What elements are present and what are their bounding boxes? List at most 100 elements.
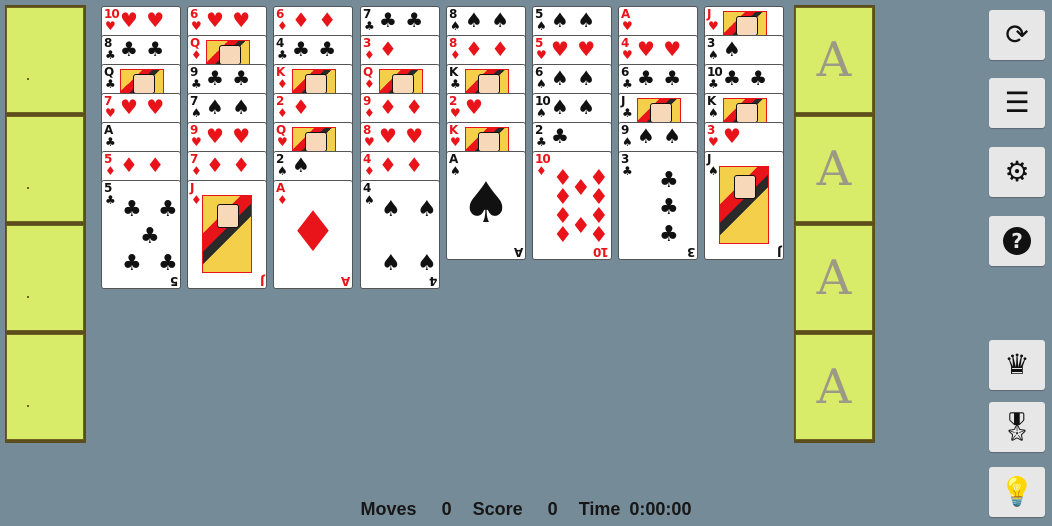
settings-button[interactable]: ⚙ (989, 147, 1045, 197)
card-suit-icon: ♣ (622, 77, 633, 91)
score-label: Score (472, 499, 523, 519)
card-suit-icon: ♥ (536, 48, 547, 62)
card-suit-icon: ♥ (191, 135, 202, 149)
card-pip: ♣ (659, 168, 679, 193)
card-suit-icon: ♥ (105, 106, 116, 120)
foundation-pile-3[interactable]: A (795, 225, 873, 331)
face-card-art (719, 166, 769, 244)
card-suit-icon: ♥ (450, 135, 461, 149)
free-cell-4[interactable] (6, 334, 84, 440)
card-center-pip: ♦ (287, 200, 339, 265)
foundation-ace-placeholder: A (816, 32, 852, 88)
card-suit-icon: ♣ (105, 135, 116, 149)
foundation-pile-2[interactable]: A (795, 116, 873, 222)
card-rank-bottom: 10 (594, 245, 609, 259)
free-cell-1[interactable] (6, 7, 84, 113)
card-pips: ♦ ♦ ♦ ♦ ♦ ♦ ♦ ♦ ♦ ♦ (547, 168, 609, 248)
card-suit-icon: ♦ (277, 77, 288, 91)
card-suit-icon: ♠ (191, 106, 202, 120)
card-rank-bottom: A (514, 245, 523, 259)
leaderboard-button[interactable]: ♛ (989, 340, 1045, 390)
playing-card[interactable]: A ♦ ♦ A (273, 180, 353, 289)
card-suit-icon: ♣ (622, 164, 633, 178)
playing-card[interactable]: J ♦ J (187, 180, 267, 289)
card-pips: ♣ (551, 124, 570, 148)
card-suit-icon: ♠ (364, 193, 375, 207)
card-rank-bottom: 3 (687, 245, 695, 259)
card-suit-icon: ♣ (191, 77, 202, 91)
menu-button[interactable]: ☰ (989, 78, 1045, 128)
playing-card[interactable]: 5 ♣ ♣ ♣ ♣ ♣ ♣ 5 (101, 180, 181, 289)
card-pip: ♣ (140, 224, 160, 249)
card-pips: ♥ ♥ (551, 37, 597, 61)
playing-card[interactable]: A ♠ ♠ A (446, 151, 526, 260)
help-button[interactable]: ? (989, 216, 1045, 266)
refresh-icon: ⟳ (1005, 18, 1029, 51)
card-pips: ♠ ♠ (551, 8, 597, 32)
free-cell-2[interactable] (6, 116, 84, 222)
foundation-ace-placeholder: A (816, 359, 852, 415)
card-pip: ♦ (553, 223, 573, 248)
card-suit-icon: ♦ (364, 48, 375, 62)
question-circle-icon: ? (1003, 227, 1031, 255)
time-value: 0:00:00 (629, 499, 692, 519)
free-cell-mark (27, 78, 29, 80)
foundation-pile-4[interactable]: A (795, 334, 873, 440)
card-pips: ♦ ♦ (292, 8, 338, 32)
card-pips: ♠ (723, 37, 742, 61)
card-suit-icon: ♥ (364, 135, 375, 149)
free-cell-mark (27, 296, 29, 298)
card-pips: ♦ ♦ (206, 153, 252, 177)
time-label: Time (578, 499, 621, 519)
card-pips: ♥ (465, 95, 484, 119)
crown-icon: ♛ (1004, 348, 1030, 381)
card-suit-icon: ♥ (622, 19, 633, 33)
card-pips: ♣ ♣ ♣ (633, 168, 685, 246)
card-suit-icon: ♠ (450, 19, 461, 33)
playing-card[interactable]: 3 ♣ ♣ ♣ ♣ 3 (618, 151, 698, 260)
achievements-button[interactable]: 🎖 (989, 402, 1045, 452)
card-pips: ♣ ♣ (723, 66, 769, 90)
card-rank-bottom: J (777, 245, 781, 259)
foundation-ace-placeholder: A (816, 250, 852, 306)
card-pip: ♠ (417, 197, 437, 222)
card-rank-bottom: 5 (170, 274, 178, 288)
restart-button[interactable]: ⟳ (989, 10, 1045, 60)
card-pips: ♥ ♥ (120, 8, 166, 32)
playing-card[interactable]: 4 ♠ ♠ ♠ ♠ ♠ 4 (360, 180, 440, 289)
playing-card[interactable]: 10 ♦ ♦ ♦ ♦ ♦ ♦ ♦ ♦ ♦ ♦ ♦ 10 (532, 151, 612, 260)
free-cell-mark (27, 187, 29, 189)
card-rank-bottom: A (341, 274, 350, 288)
card-rank-bottom: J (260, 274, 264, 288)
card-pips: ♥ ♥ (206, 124, 252, 148)
card-suit-icon: ♥ (708, 19, 719, 33)
moves-label: Moves (360, 499, 417, 519)
card-pips: ♦ ♦ (379, 95, 425, 119)
card-suit-icon: ♣ (277, 48, 288, 62)
card-pip: ♣ (158, 251, 178, 276)
gear-icon: ⚙ (1004, 155, 1030, 188)
card-suit-icon: ♣ (105, 77, 116, 91)
card-rank-bottom: 4 (429, 274, 437, 288)
card-suit-icon: ♦ (191, 48, 202, 62)
playing-card[interactable]: J ♠ J (704, 151, 784, 260)
card-pips: ♥ ♥ (206, 8, 252, 32)
card-suit-icon: ♣ (105, 48, 116, 62)
score-value: 0 (547, 499, 558, 519)
card-pips: ♣ ♣ ♣ ♣ ♣ (116, 197, 178, 275)
card-pips: ♦ (379, 37, 398, 61)
card-suit-icon: ♦ (364, 77, 375, 91)
face-card-art (202, 195, 252, 273)
card-suit-icon: ♥ (191, 19, 202, 33)
card-pips: ♣ ♣ (379, 8, 425, 32)
card-pips: ♥ (723, 124, 742, 148)
card-pip: ♣ (659, 222, 679, 247)
card-pip: ♠ (381, 251, 401, 276)
foundation-ace-placeholder: A (816, 141, 852, 197)
foundation-pile-1[interactable]: A (795, 7, 873, 113)
free-cell-3[interactable] (6, 225, 84, 331)
card-pips: ♦ ♦ (379, 153, 425, 177)
card-pips: ♥ ♥ (120, 95, 166, 119)
card-suit-icon: ♠ (708, 106, 719, 120)
card-suit-icon: ♥ (105, 19, 116, 33)
